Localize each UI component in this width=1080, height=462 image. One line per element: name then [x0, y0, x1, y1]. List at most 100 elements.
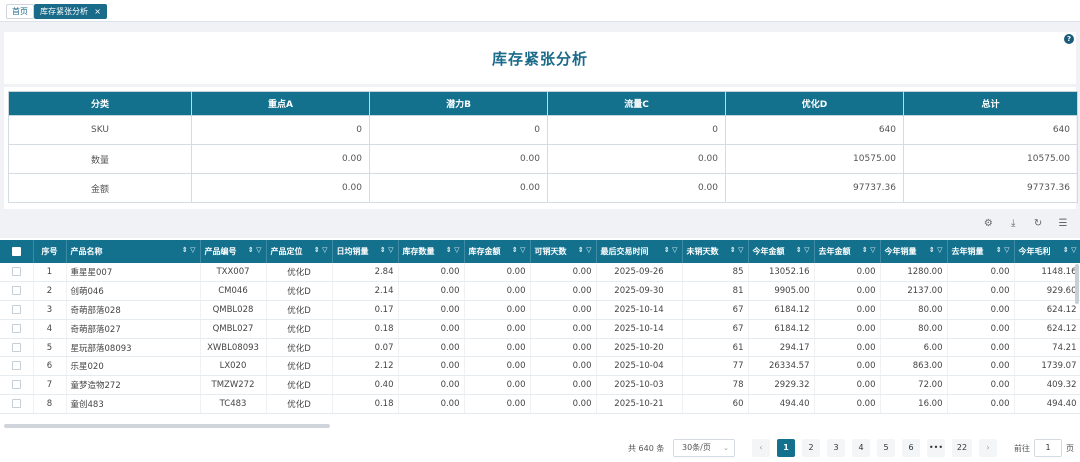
sort-filter-icon[interactable]: ⇕ ▽: [578, 246, 592, 254]
column-header[interactable]: 可销天数 ⇕ ▽: [530, 240, 597, 263]
table-cell: 494.40: [1014, 394, 1080, 414]
row-select-cell[interactable]: [0, 263, 34, 283]
row-select-cell[interactable]: [0, 356, 34, 377]
table-cell: 0.00: [464, 338, 531, 358]
settings-icon[interactable]: ⚙: [981, 218, 995, 230]
column-header[interactable]: 产品定位 ⇕ ▽: [266, 240, 333, 263]
pagination: 共 640 条 30条/页 ⌄ ‹ 1 2 3 4 5 6 ••• 22 › 前往 1 页: [0, 432, 1080, 462]
table-cell: 6: [33, 356, 67, 377]
column-header[interactable]: 库存金额 ⇕ ▽: [464, 240, 531, 263]
sort-filter-icon[interactable]: ⇕ ▽: [796, 246, 810, 254]
columns-icon[interactable]: ☰: [1056, 218, 1070, 230]
column-header[interactable]: 产品名称 ⇕ ▽: [66, 240, 201, 263]
tab-inventory-analysis[interactable]: 库存紧张分析 ×: [34, 4, 107, 19]
table-cell: 13052.16: [748, 263, 815, 283]
table-cell: 5: [33, 338, 67, 358]
column-header-label: 今年毛利: [1018, 247, 1051, 256]
summary-cell: 0.00: [369, 173, 548, 203]
sort-filter-icon[interactable]: ⇕ ▽: [446, 246, 460, 254]
column-header[interactable]: 今年毛利 ⇕ ▽: [1014, 240, 1080, 263]
row-checkbox[interactable]: [11, 342, 21, 352]
sort-filter-icon[interactable]: ⇕ ▽: [1063, 246, 1077, 254]
column-header[interactable]: 今年销量 ⇕ ▽: [880, 240, 948, 263]
page-button[interactable]: 4: [852, 439, 870, 457]
row-checkbox[interactable]: [11, 304, 21, 314]
page-button[interactable]: 6: [902, 439, 920, 457]
column-header[interactable]: 产品编号 ⇕ ▽: [200, 240, 267, 263]
sort-filter-icon[interactable]: ⇕ ▽: [380, 246, 394, 254]
table-row[interactable]: 2 创萌046 CM046 优化D 2.14 0.00 0.00 0.00 2025-09-30…: [0, 281, 1080, 302]
sort-filter-icon[interactable]: ⇕ ▽: [182, 246, 196, 254]
row-checkbox[interactable]: [11, 286, 21, 296]
sort-filter-icon[interactable]: ⇕ ▽: [248, 246, 262, 254]
goto-page-input[interactable]: 1: [1034, 439, 1062, 457]
table-cell: 16.00: [880, 394, 948, 414]
tab-home[interactable]: 首页: [6, 4, 34, 19]
table-row[interactable]: 1 重星星007 TXX007 优化D 2.84 0.00 0.00 0.00 2025-09-…: [0, 263, 1080, 283]
page-ellipsis-button[interactable]: •••: [927, 439, 945, 457]
row-checkbox[interactable]: [11, 380, 21, 390]
table-cell: 0.00: [947, 394, 1015, 414]
row-select-cell[interactable]: [0, 338, 34, 358]
page-size-select[interactable]: 30条/页 ⌄: [673, 439, 735, 457]
table-row[interactable]: 6 乐星020 LX020 优化D 2.12 0.00 0.00 0.00 2025-10-04…: [0, 356, 1080, 377]
page-button[interactable]: 3: [827, 439, 845, 457]
close-icon[interactable]: ×: [94, 5, 101, 18]
table-cell: 1280.00: [880, 263, 948, 283]
title-card: 库存紧张分析 ?: [4, 32, 1076, 84]
table-cell: 0.00: [530, 356, 597, 377]
row-checkbox[interactable]: [11, 398, 21, 408]
row-select-cell[interactable]: [0, 300, 34, 320]
prev-page-button[interactable]: ‹: [752, 439, 770, 457]
sort-filter-icon[interactable]: ⇕ ▽: [929, 246, 943, 254]
column-header[interactable]: 日均销量 ⇕ ▽: [332, 240, 399, 263]
sort-filter-icon[interactable]: ⇕ ▽: [314, 246, 328, 254]
download-icon[interactable]: ⤓: [1006, 218, 1020, 230]
table-row[interactable]: 8 童创483 TC483 优化D 0.18 0.00 0.00 0.00 2025-10-21…: [0, 394, 1080, 414]
help-icon[interactable]: ?: [1064, 34, 1074, 44]
row-select-cell[interactable]: [0, 281, 34, 302]
column-header[interactable]: 今年金额 ⇕ ▽: [748, 240, 815, 263]
table-cell: 929.60: [1014, 281, 1080, 302]
sort-filter-icon[interactable]: ⇕ ▽: [730, 246, 744, 254]
table-row[interactable]: 5 星玩部落08093 XWBL08093 优化D 0.07 0.00 0.00 0.00 20…: [0, 338, 1080, 358]
row-checkbox[interactable]: [11, 323, 21, 333]
table-cell: 6184.12: [748, 319, 815, 339]
vertical-scrollbar[interactable]: [1075, 264, 1079, 304]
row-select-cell[interactable]: [0, 394, 34, 414]
refresh-icon[interactable]: ↻: [1031, 218, 1045, 230]
column-header-label: 库存数量: [402, 247, 435, 256]
horizontal-scrollbar[interactable]: [4, 424, 330, 428]
page-button[interactable]: 2: [802, 439, 820, 457]
select-all-checkbox[interactable]: [0, 240, 34, 263]
row-checkbox[interactable]: [11, 361, 21, 371]
sort-filter-icon[interactable]: ⇕ ▽: [512, 246, 526, 254]
column-header-label: 最后交易时间: [600, 247, 649, 256]
row-checkbox[interactable]: [11, 267, 21, 277]
sort-filter-icon[interactable]: ⇕ ▽: [664, 246, 678, 254]
table-cell: 2025-10-04: [596, 356, 683, 377]
row-select-cell[interactable]: [0, 375, 34, 396]
table-cell: 26334.57: [748, 356, 815, 377]
column-header[interactable]: 序号: [33, 240, 67, 263]
column-header[interactable]: 库存数量 ⇕ ▽: [398, 240, 465, 263]
page-button[interactable]: 5: [877, 439, 895, 457]
column-header[interactable]: 去年销量 ⇕ ▽: [947, 240, 1015, 263]
summary-cell: 10575.00: [725, 144, 904, 174]
row-select-cell[interactable]: [0, 319, 34, 339]
sort-filter-icon[interactable]: ⇕ ▽: [862, 246, 876, 254]
table-cell: 3: [33, 300, 67, 320]
summary-header-total: 总计: [903, 91, 1078, 116]
column-header[interactable]: 最后交易时间 ⇕ ▽: [596, 240, 683, 263]
page-button[interactable]: 1: [777, 439, 795, 457]
page-button[interactable]: 22: [952, 439, 972, 457]
checkbox[interactable]: [11, 247, 21, 256]
next-page-button[interactable]: ›: [979, 439, 997, 457]
table-row[interactable]: 4 奇萌部落027 QMBL027 优化D 0.18 0.00 0.00 0.00 2025-1…: [0, 319, 1080, 339]
column-header[interactable]: 未销天数 ⇕ ▽: [682, 240, 749, 263]
table-row[interactable]: 7 童梦造物272 TMZW272 优化D 0.40 0.00 0.00 0.00 2025-1…: [0, 375, 1080, 396]
sort-filter-icon[interactable]: ⇕ ▽: [996, 246, 1010, 254]
table-cell: 2025-10-03: [596, 375, 683, 396]
column-header[interactable]: 去年金额 ⇕ ▽: [814, 240, 881, 263]
table-row[interactable]: 3 奇萌部落028 QMBL028 优化D 0.17 0.00 0.00 0.00 2025-1…: [0, 300, 1080, 320]
